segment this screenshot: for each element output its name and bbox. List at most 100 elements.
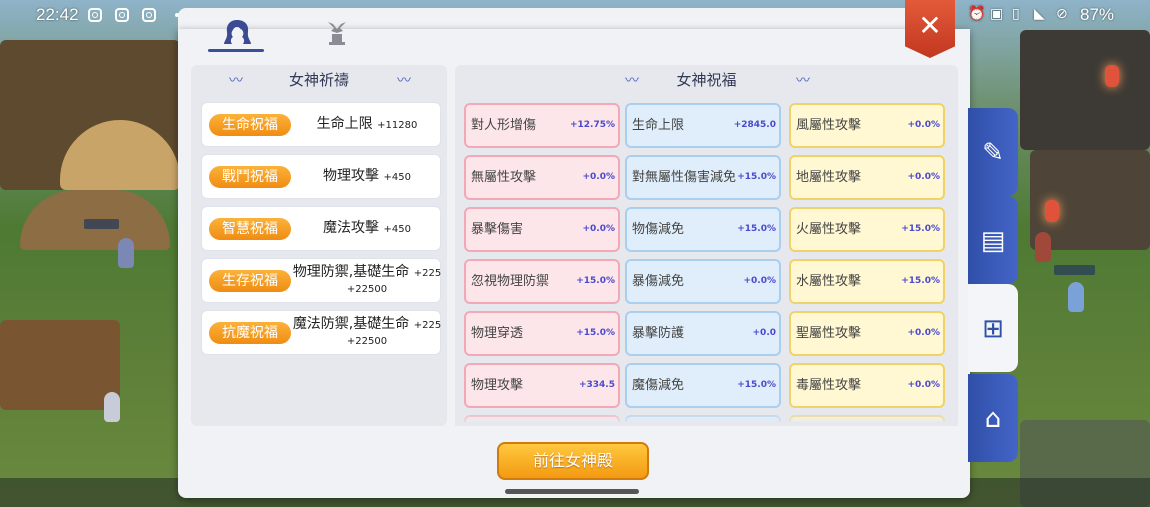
blessing-tag: 戰鬥祝福 <box>209 166 291 188</box>
wooden-bench <box>0 320 120 410</box>
stat-value: +0.0% <box>907 172 940 182</box>
blessing-row: 生存祝福 物理防禦,基礎生命 +225 +22500 <box>201 258 441 303</box>
stat-value: +15.0% <box>576 276 615 286</box>
blessing-tag: 生命祝福 <box>209 114 291 136</box>
battery-level: 87% <box>1080 5 1115 24</box>
stat-value: +15.0% <box>737 224 776 234</box>
blessing-tag: 智慧祝福 <box>209 218 291 240</box>
stat-value: +15.0% <box>576 328 615 338</box>
blessing-extra-value: +22500 <box>346 335 388 347</box>
swirl-ornament-icon: 〰 <box>796 73 810 89</box>
blessing-stat-name: 魔法攻擊 <box>323 219 380 236</box>
stat-value: +0.0% <box>582 224 615 234</box>
blessing-stat-cell: 風屬性攻擊 +0.0% <box>789 103 945 148</box>
blessing-row: 智慧祝福 魔法攻擊 +450 <box>201 206 441 251</box>
swirl-ornament-icon: 〰 <box>625 73 639 89</box>
blessing-stat-cell: 物理穿透 +15.0% <box>464 311 620 356</box>
blessing-stat-name: 物理防禦,基礎生命 <box>292 263 410 280</box>
blessing-stat-value: +11280 <box>377 119 418 131</box>
blessing-stat-cell: 地屬性攻擊 +0.0% <box>789 155 945 200</box>
blessing-stat-value: +450 <box>383 223 411 235</box>
stat-name: 物理攻擊 <box>471 377 524 393</box>
blessing-stat-cell: 暴傷減免 +0.0% <box>625 259 781 304</box>
npc-character[interactable] <box>104 392 120 422</box>
goddess-statue-icon[interactable] <box>320 16 354 50</box>
blessing-stat-cell: 對無屬性傷害減免 +15.0% <box>625 155 781 200</box>
building <box>1020 30 1150 150</box>
stat-name: 毒屬性攻擊 <box>796 377 862 393</box>
stat-value: +0.0% <box>907 380 940 390</box>
active-tab-indicator <box>208 49 264 52</box>
blessing-stat-cell: 物傷減免 +15.0% <box>625 207 781 252</box>
blessing-stat-value: +450 <box>383 171 411 183</box>
stat-name: 地屬性攻擊 <box>796 169 862 185</box>
blessing-stat-name: 生命上限 <box>316 115 373 132</box>
blessing-tag: 生存祝福 <box>209 270 291 292</box>
blessing-stat-name: 物理攻擊 <box>323 167 380 184</box>
auto-icon: ▣ <box>990 6 1004 22</box>
edit-icon: ✎ <box>982 138 1004 168</box>
blessing-title: 女神祝福 <box>676 71 737 89</box>
stat-value: +0.0% <box>907 328 940 338</box>
stat-name: 對人形增傷 <box>471 117 537 133</box>
alarm-icon: ⏰ <box>968 6 986 22</box>
scroll-fade <box>455 408 958 426</box>
blessing-stat-cell: 暴擊防護 +0.0 <box>625 311 781 356</box>
side-tab-edit[interactable]: ✎ <box>968 108 1018 196</box>
stat-value: +15.0% <box>737 172 776 182</box>
stat-name: 暴擊傷害 <box>471 221 524 237</box>
close-icon: ✕ <box>918 9 942 42</box>
npc-character[interactable] <box>1035 232 1051 262</box>
stat-name: 火屬性攻擊 <box>796 221 862 237</box>
stat-name: 物理穿透 <box>471 325 524 341</box>
stat-name: 暴擊防護 <box>632 325 685 341</box>
instagram-icon <box>88 8 102 22</box>
stat-name: 忽視物理防禦 <box>471 273 550 289</box>
npc-character[interactable] <box>118 238 134 268</box>
stat-value: +0.0 <box>752 328 776 338</box>
npc-sign <box>1054 265 1096 275</box>
blessing-stats-grid[interactable]: 對人形增傷 +12.75% 無屬性攻擊 +0.0% 暴擊傷害 +0.0% 忽視物理防禦 +15… <box>464 100 948 422</box>
blessing-tag: 抗魔祝福 <box>209 322 291 344</box>
stat-value: +12.75% <box>569 120 615 130</box>
side-tab-goddess[interactable]: ⊞ <box>968 284 1018 372</box>
side-tab-guild[interactable]: ⌂ <box>968 374 1018 462</box>
stat-name: 生命上限 <box>632 117 685 133</box>
side-tab-contacts[interactable]: ▤ <box>968 196 1018 284</box>
lantern <box>1105 65 1119 87</box>
goddess-portrait-icon[interactable] <box>220 16 254 50</box>
blessing-stat-value: +225 <box>413 267 442 279</box>
blessing-stat-value: +225 <box>413 319 442 331</box>
stat-name: 物傷減免 <box>632 221 685 237</box>
clock: 22:42 <box>36 5 79 24</box>
section-title-blessing: 〰 女神祝福 〰 <box>455 67 958 93</box>
swirl-ornament-icon: 〰 <box>397 73 411 89</box>
stat-value: +334.5 <box>578 380 615 390</box>
home-indicator[interactable] <box>505 489 639 494</box>
stat-value: +2845.0 <box>733 120 776 130</box>
stat-value: +0.0% <box>907 120 940 130</box>
blessing-stat-cell: 魔傷減免 +15.0% <box>625 363 781 408</box>
blessing-stat-cell: 毒屬性攻擊 +0.0% <box>789 363 945 408</box>
no-signal-icon: ⊘ <box>1056 6 1068 22</box>
goddess-blessing-icon: ⊞ <box>982 314 1004 344</box>
stat-name: 無屬性攻擊 <box>471 169 537 185</box>
blessing-stat: 魔法攻擊 +450 <box>294 207 440 250</box>
blessing-stat-name: 魔法防禦,基礎生命 <box>292 315 410 332</box>
vibrate-icon: ▯ <box>1012 6 1020 22</box>
close-button[interactable]: ✕ <box>905 0 955 58</box>
blessing-row: 戰鬥祝福 物理攻擊 +450 <box>201 154 441 199</box>
go-to-goddess-temple-button[interactable]: 前往女神殿 <box>497 442 649 480</box>
blessing-stat-cell: 物理攻擊 +334.5 <box>464 363 620 408</box>
guild-home-icon: ⌂ <box>984 404 1002 434</box>
stat-value: +0.0% <box>743 276 776 286</box>
instagram-icon <box>115 8 129 22</box>
stat-value: +15.0% <box>737 380 776 390</box>
npc-character[interactable] <box>1068 282 1084 312</box>
blessing-stat-cell: 生命上限 +2845.0 <box>625 103 781 148</box>
stat-name: 水屬性攻擊 <box>796 273 862 289</box>
blessing-stat: 生命上限 +11280 <box>294 103 440 146</box>
blessing-stat: 物理防禦,基礎生命 +225 +22500 <box>292 259 442 302</box>
swirl-ornament-icon: 〰 <box>229 73 243 89</box>
stat-name: 魔傷減免 <box>632 377 685 393</box>
